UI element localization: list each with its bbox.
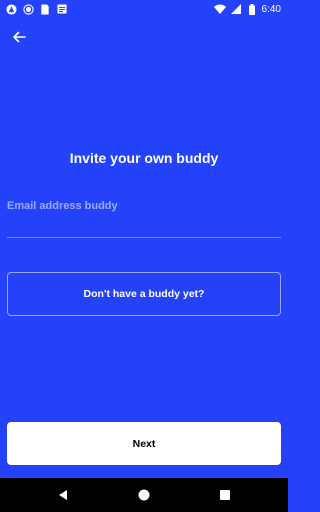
nav-back-icon[interactable] [56,488,70,502]
arrow-left-icon [13,31,26,43]
page-title: Invite your own buddy [69,150,219,166]
next-button[interactable]: Next [7,422,281,465]
sim-card-icon [39,3,51,15]
document-icon [56,3,68,15]
no-buddy-button[interactable]: Don't have a buddy yet? [7,272,281,316]
nav-recents-icon[interactable] [218,488,232,502]
navigation-bar [0,478,288,512]
nav-home-icon[interactable] [137,488,151,502]
no-buddy-label: Don't have a buddy yet? [83,288,205,300]
email-field[interactable] [7,196,281,238]
status-bar: 6:40 [0,0,288,18]
record-icon [22,3,34,15]
back-button[interactable] [10,28,28,46]
app-logo-icon [5,3,17,15]
wifi-icon [213,3,226,15]
status-time: 6:40 [261,3,281,15]
next-label: Next [132,437,156,450]
battery-icon [246,3,258,15]
signal-icon [230,3,242,15]
